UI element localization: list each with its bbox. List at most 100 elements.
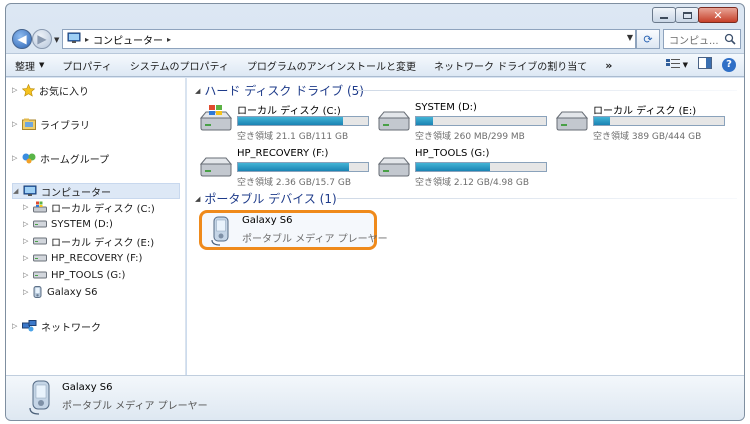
expand-arrow-icon[interactable]: ▷ bbox=[12, 154, 22, 162]
drive-icon bbox=[33, 254, 47, 262]
breadcrumb-separator-icon[interactable]: ▸ bbox=[167, 35, 171, 44]
uninstall-program-button[interactable]: プログラムのアンインストールと変更 bbox=[238, 54, 425, 76]
drive-name: HP_RECOVERY (F:) bbox=[237, 148, 329, 159]
close-icon: ✕ bbox=[713, 8, 723, 22]
drive-free-space: 空き領域 2.36 GB/15.7 GB bbox=[237, 178, 351, 188]
expand-arrow-icon[interactable]: ▷ bbox=[23, 271, 33, 279]
nav-drive-f[interactable]: ▷ HP_RECOVERY (F:) bbox=[23, 250, 142, 266]
collapse-arrow-icon[interactable]: ◢ bbox=[13, 187, 23, 195]
breadcrumb-separator-icon: ▸ bbox=[85, 34, 90, 44]
capacity-bar bbox=[593, 116, 725, 126]
back-arrow-icon: ◀ bbox=[17, 32, 27, 46]
device-tile-galaxy-s6[interactable]: Galaxy S6 ポータブル メディア プレーヤー bbox=[199, 210, 388, 250]
drive-tile-d[interactable]: SYSTEM (D:) 空き領域 260 MB/299 MB bbox=[377, 102, 552, 142]
expand-arrow-icon[interactable]: ▷ bbox=[23, 237, 33, 245]
command-bar-right: ▼ ? bbox=[665, 57, 736, 72]
computer-icon bbox=[23, 185, 37, 197]
nav-homegroup[interactable]: ▷ ホームグループ bbox=[12, 150, 109, 166]
title-bar: ✕ bbox=[6, 4, 744, 26]
device-name: Galaxy S6 bbox=[242, 215, 293, 226]
chevron-down-icon: ▼ bbox=[682, 60, 688, 69]
help-icon: ? bbox=[726, 59, 732, 70]
capacity-bar bbox=[237, 162, 369, 172]
homegroup-icon bbox=[22, 152, 36, 164]
expand-arrow-icon[interactable]: ▷ bbox=[12, 120, 22, 128]
drive-icon bbox=[33, 237, 47, 245]
capacity-bar-fill bbox=[416, 163, 491, 171]
content-pane: ◢ ハード ディスク ドライブ (5) ローカル ディスク (C:) 空き領域 … bbox=[187, 78, 744, 375]
star-icon bbox=[22, 83, 35, 97]
expand-arrow-icon[interactable]: ▷ bbox=[23, 220, 33, 228]
expand-arrow-icon[interactable]: ▷ bbox=[12, 86, 22, 94]
nav-drive-c[interactable]: ▷ ローカル ディスク (C:) bbox=[23, 199, 155, 215]
nav-network[interactable]: ▷ ネットワーク bbox=[12, 318, 101, 334]
back-button[interactable]: ◀ bbox=[12, 29, 32, 49]
drive-tile-c[interactable]: ローカル ディスク (C:) 空き領域 21.1 GB/111 GB bbox=[199, 102, 374, 142]
drive-tile-g[interactable]: HP_TOOLS (G:) 空き領域 2.12 GB/4.98 GB bbox=[377, 148, 552, 188]
window-controls: ✕ bbox=[652, 7, 738, 23]
phone-icon bbox=[210, 216, 234, 249]
properties-button[interactable]: プロパティ bbox=[53, 54, 120, 76]
drive-name: ローカル ディスク (C:) bbox=[237, 106, 341, 117]
address-dropdown-icon[interactable]: ▼ bbox=[627, 33, 633, 42]
nav-drive-d[interactable]: ▷ SYSTEM (D:) bbox=[23, 216, 113, 232]
help-button[interactable]: ? bbox=[722, 57, 736, 72]
drive-icon bbox=[377, 150, 411, 181]
refresh-button[interactable]: ⟳ bbox=[636, 29, 660, 49]
breadcrumb-computer[interactable]: コンピューター bbox=[93, 32, 163, 47]
address-bar[interactable]: ▸ コンピューター ▸ ▼ bbox=[62, 29, 636, 49]
network-icon bbox=[22, 320, 37, 332]
nav-drive-e[interactable]: ▷ ローカル ディスク (E:) bbox=[23, 233, 154, 249]
refresh-icon: ⟳ bbox=[643, 32, 653, 46]
windows-drive-icon bbox=[199, 104, 233, 135]
expand-arrow-icon[interactable]: ▷ bbox=[12, 322, 22, 330]
system-properties-button[interactable]: システムのプロパティ bbox=[121, 54, 238, 76]
drive-name: HP_TOOLS (G:) bbox=[415, 148, 490, 159]
maximize-button[interactable] bbox=[675, 7, 699, 23]
change-view-button[interactable]: ▼ bbox=[665, 58, 688, 71]
expand-arrow-icon[interactable]: ▷ bbox=[23, 288, 33, 296]
command-bar: 整理 ▼ プロパティ システムのプロパティ プログラムのアンインストールと変更 ネ… bbox=[6, 53, 744, 77]
nav-computer[interactable]: ◢ コンピューター bbox=[12, 183, 180, 199]
nav-favorites[interactable]: ▷ お気に入り bbox=[12, 82, 89, 98]
details-device-name: Galaxy S6 bbox=[62, 382, 113, 393]
preview-pane-button[interactable] bbox=[698, 57, 712, 72]
collapse-arrow-icon: ◢ bbox=[195, 86, 201, 95]
group-divider bbox=[357, 90, 737, 91]
map-network-drive-button[interactable]: ネットワーク ドライブの割り当て bbox=[425, 54, 596, 76]
capacity-bar-fill bbox=[594, 117, 610, 125]
drive-icon bbox=[199, 150, 233, 181]
group-divider bbox=[337, 198, 737, 199]
drive-name: SYSTEM (D:) bbox=[415, 102, 477, 113]
drive-name: ローカル ディスク (E:) bbox=[593, 106, 697, 117]
phone-icon bbox=[28, 380, 56, 420]
recent-pages-dropdown[interactable]: ▼ bbox=[54, 36, 59, 44]
minimize-button[interactable] bbox=[652, 7, 676, 23]
preview-pane-icon bbox=[698, 57, 712, 72]
portable-group-header[interactable]: ◢ ポータブル デバイス (1) bbox=[195, 190, 337, 207]
drive-tile-e[interactable]: ローカル ディスク (E:) 空き領域 389 GB/444 GB bbox=[555, 102, 730, 142]
forward-button[interactable]: ▶ bbox=[32, 29, 52, 49]
nav-libraries[interactable]: ▷ ライブラリ bbox=[12, 116, 90, 132]
forward-arrow-icon: ▶ bbox=[37, 32, 47, 46]
capacity-bar-fill bbox=[238, 117, 344, 125]
windows-drive-icon bbox=[33, 201, 47, 213]
close-button[interactable]: ✕ bbox=[698, 7, 738, 23]
computer-icon bbox=[67, 32, 81, 47]
drive-tile-f[interactable]: HP_RECOVERY (F:) 空き領域 2.36 GB/15.7 GB bbox=[199, 148, 374, 188]
capacity-bar-fill bbox=[238, 163, 349, 171]
hdd-group-header[interactable]: ◢ ハード ディスク ドライブ (5) bbox=[195, 82, 364, 99]
nav-galaxy-s6[interactable]: ▷ Galaxy S6 bbox=[23, 284, 98, 300]
search-icon bbox=[724, 33, 736, 48]
organize-button[interactable]: 整理 ▼ bbox=[6, 54, 53, 76]
nav-drive-g[interactable]: ▷ HP_TOOLS (G:) bbox=[23, 267, 125, 283]
expand-arrow-icon[interactable]: ▷ bbox=[23, 254, 33, 262]
drive-icon bbox=[33, 220, 47, 228]
search-input[interactable]: コンピュ... bbox=[663, 29, 741, 49]
drive-free-space: 空き領域 21.1 GB/111 GB bbox=[237, 132, 349, 142]
collapse-arrow-icon: ◢ bbox=[195, 194, 201, 203]
navigation-pane: ▷ お気に入り ▷ ライブラリ ▷ ホームグループ ◢ コンピューター ▷ ロー… bbox=[6, 78, 186, 375]
more-commands-button[interactable]: » bbox=[596, 54, 621, 76]
expand-arrow-icon[interactable]: ▷ bbox=[23, 203, 33, 211]
drive-icon bbox=[33, 271, 47, 279]
